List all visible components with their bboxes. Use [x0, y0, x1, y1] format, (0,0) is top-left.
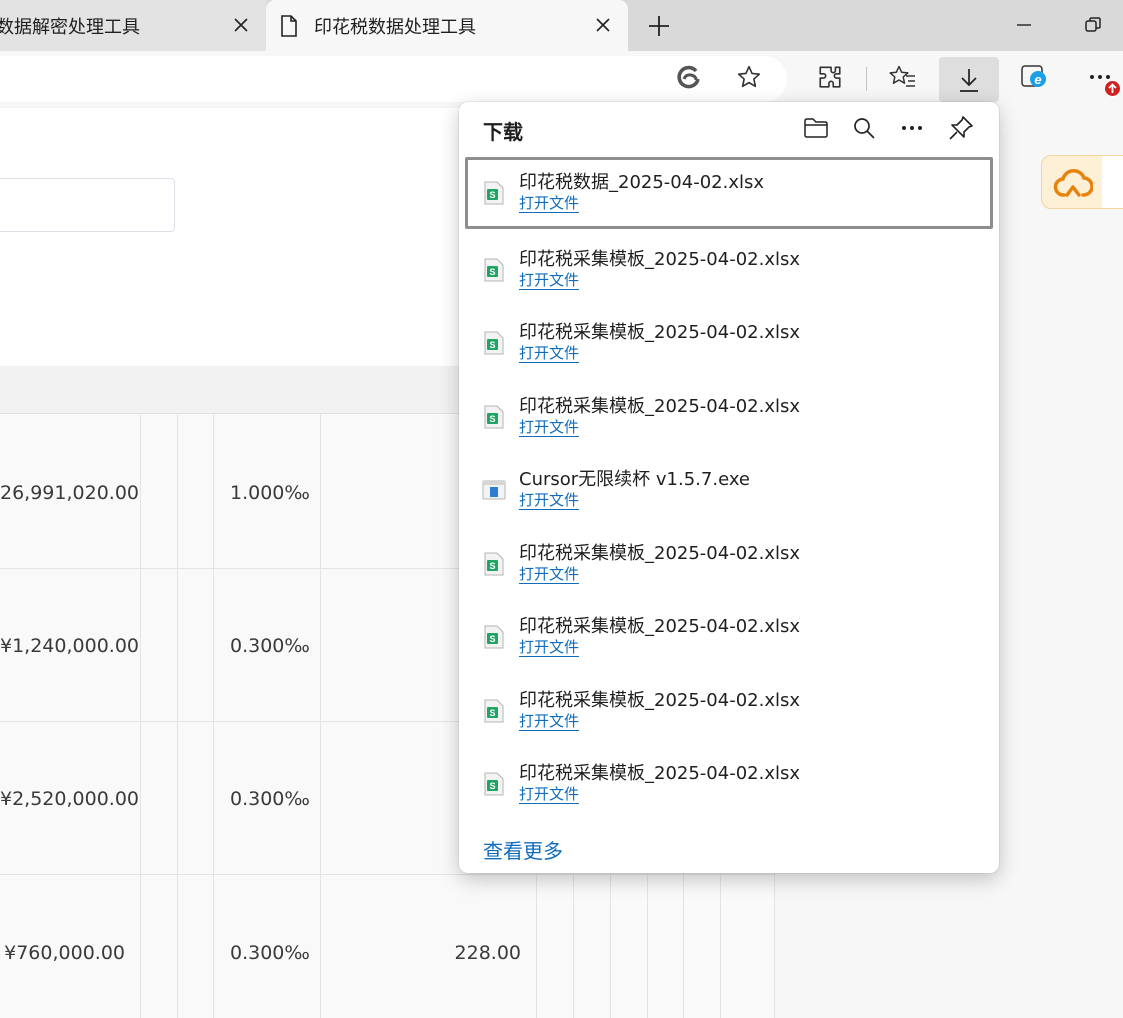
close-icon[interactable] — [592, 14, 614, 36]
download-item[interactable]: S 印花税采集模板_2025-04-02.xlsx 打开文件 — [465, 528, 993, 600]
tab-data-decrypt[interactable]: 数据解密处理工具 — [0, 0, 266, 51]
svg-text:S: S — [489, 634, 495, 644]
excel-file-icon: S — [484, 331, 504, 355]
download-file-name: 印花税采集模板_2025-04-02.xlsx — [519, 543, 801, 564]
cloud-icon — [1052, 164, 1094, 202]
svg-text:S: S — [489, 708, 495, 718]
minimize-button[interactable] — [1011, 12, 1037, 38]
open-file-link[interactable]: 打开文件 — [519, 271, 580, 290]
excel-file-icon: S — [484, 772, 504, 796]
column-divider — [140, 414, 141, 1018]
open-file-link[interactable]: 打开文件 — [519, 638, 580, 657]
download-file-name: 印花税采集模板_2025-04-02.xlsx — [519, 616, 801, 637]
tab-title: 印花税数据处理工具 — [314, 16, 476, 38]
table-cell-amount: ¥1,240,000.00 — [0, 635, 140, 657]
download-file-name: 印花税采集模板_2025-04-02.xlsx — [519, 322, 801, 343]
excel-file-icon: S — [484, 552, 504, 576]
page-icon — [280, 14, 300, 37]
download-item[interactable]: S 印花税采集模板_2025-04-02.xlsx 打开文件 — [465, 748, 993, 820]
tab-title: 数据解密处理工具 — [0, 16, 140, 38]
exe-file-icon — [482, 480, 506, 500]
download-file-name: 印花税采集模板_2025-04-02.xlsx — [519, 249, 801, 270]
pin-icon[interactable] — [943, 110, 979, 146]
table-cell-amount: ¥2,520,000.00 — [0, 788, 140, 810]
edge-refresh-icon[interactable] — [669, 57, 709, 97]
favorite-star-icon[interactable] — [729, 57, 769, 97]
table-cell-rate: 0.300‰ — [230, 942, 310, 964]
more-options-icon[interactable] — [894, 110, 930, 146]
download-file-name: Cursor无限续杯 v1.5.7.exe — [519, 469, 750, 490]
new-tab-button[interactable] — [643, 10, 675, 42]
table-cell-rate: 1.000‰ — [230, 482, 310, 504]
download-item[interactable]: S 印花税数据_2025-04-02.xlsx 打开文件 — [465, 157, 993, 229]
svg-text:S: S — [489, 781, 495, 791]
restore-button[interactable] — [1080, 12, 1106, 38]
excel-file-icon: S — [484, 181, 504, 205]
excel-file-icon: S — [484, 405, 504, 429]
toolbar-separator — [866, 67, 867, 91]
open-file-link[interactable]: 打开文件 — [519, 712, 580, 731]
download-item[interactable]: S 印花税采集模板_2025-04-02.xlsx 打开文件 — [465, 601, 993, 673]
extensions-icon[interactable] — [810, 57, 850, 97]
download-file-name: 印花税数据_2025-04-02.xlsx — [519, 172, 765, 193]
downloads-button[interactable] — [939, 57, 999, 102]
download-item[interactable]: S 印花税采集模板_2025-04-02.xlsx 打开文件 — [465, 675, 993, 747]
table-cell-rate: 0.300‰ — [230, 788, 310, 810]
download-item[interactable]: S 印花税采集模板_2025-04-02.xlsx 打开文件 — [465, 234, 993, 306]
update-badge-icon — [1104, 80, 1121, 97]
table-cell-rate: 0.300‰ — [230, 635, 310, 657]
tab-stamp-tax-tool[interactable]: 印花税数据处理工具 — [266, 0, 628, 51]
svg-text:S: S — [489, 414, 495, 424]
svg-text:S: S — [489, 340, 495, 350]
excel-file-icon: S — [484, 258, 504, 282]
open-file-link[interactable]: 打开文件 — [519, 785, 580, 804]
open-file-link[interactable]: 打开文件 — [519, 491, 580, 510]
plus-icon — [649, 16, 669, 36]
download-file-name: 印花税采集模板_2025-04-02.xlsx — [519, 396, 801, 417]
downloads-flyout: 下载 S 印花税数据_2025-04-02.xlsx 打开文件 S 印花税采集模… — [459, 102, 999, 873]
open-file-link[interactable]: 打开文件 — [519, 565, 580, 584]
ie-mode-icon[interactable]: e — [1014, 57, 1054, 97]
open-file-link[interactable]: 打开文件 — [519, 344, 580, 363]
open-folder-icon[interactable] — [798, 110, 834, 146]
column-divider — [177, 414, 178, 1018]
tab-strip: 数据解密处理工具 印花税数据处理工具 — [0, 0, 1123, 51]
table-cell-amount: 26,991,020.00 — [0, 482, 140, 504]
svg-text:e: e — [1034, 72, 1041, 87]
downloads-icon — [960, 68, 978, 92]
favorites-icon[interactable] — [883, 57, 923, 97]
cloud-sync-button[interactable] — [1041, 155, 1123, 209]
column-divider — [213, 414, 214, 1018]
svg-text:S: S — [489, 190, 495, 200]
text-input[interactable] — [0, 178, 175, 232]
table-cell-tax: 228.00 — [454, 942, 521, 964]
download-item[interactable]: Cursor无限续杯 v1.5.7.exe 打开文件 — [465, 454, 993, 526]
browser-toolbar: e — [0, 51, 1123, 103]
svg-text:S: S — [489, 561, 495, 571]
excel-file-icon: S — [484, 625, 504, 649]
minimize-icon — [1017, 24, 1031, 26]
search-icon[interactable] — [846, 110, 882, 146]
download-file-name: 印花税采集模板_2025-04-02.xlsx — [519, 690, 801, 711]
see-more-link[interactable]: 查看更多 — [483, 835, 563, 864]
cloud-badge-edge — [1102, 156, 1123, 208]
table-cell-amount: ¥760,000.00 — [4, 942, 125, 964]
downloads-title: 下载 — [483, 120, 523, 144]
restore-icon — [1085, 17, 1101, 32]
svg-text:S: S — [489, 267, 495, 277]
download-item[interactable]: S 印花税采集模板_2025-04-02.xlsx 打开文件 — [465, 307, 993, 379]
download-file-name: 印花税采集模板_2025-04-02.xlsx — [519, 763, 801, 784]
download-item[interactable]: S 印花税采集模板_2025-04-02.xlsx 打开文件 — [465, 381, 993, 453]
close-icon[interactable] — [230, 14, 252, 36]
open-file-link[interactable]: 打开文件 — [519, 194, 580, 213]
excel-file-icon: S — [484, 699, 504, 723]
open-file-link[interactable]: 打开文件 — [519, 418, 580, 437]
row-divider — [0, 874, 775, 875]
